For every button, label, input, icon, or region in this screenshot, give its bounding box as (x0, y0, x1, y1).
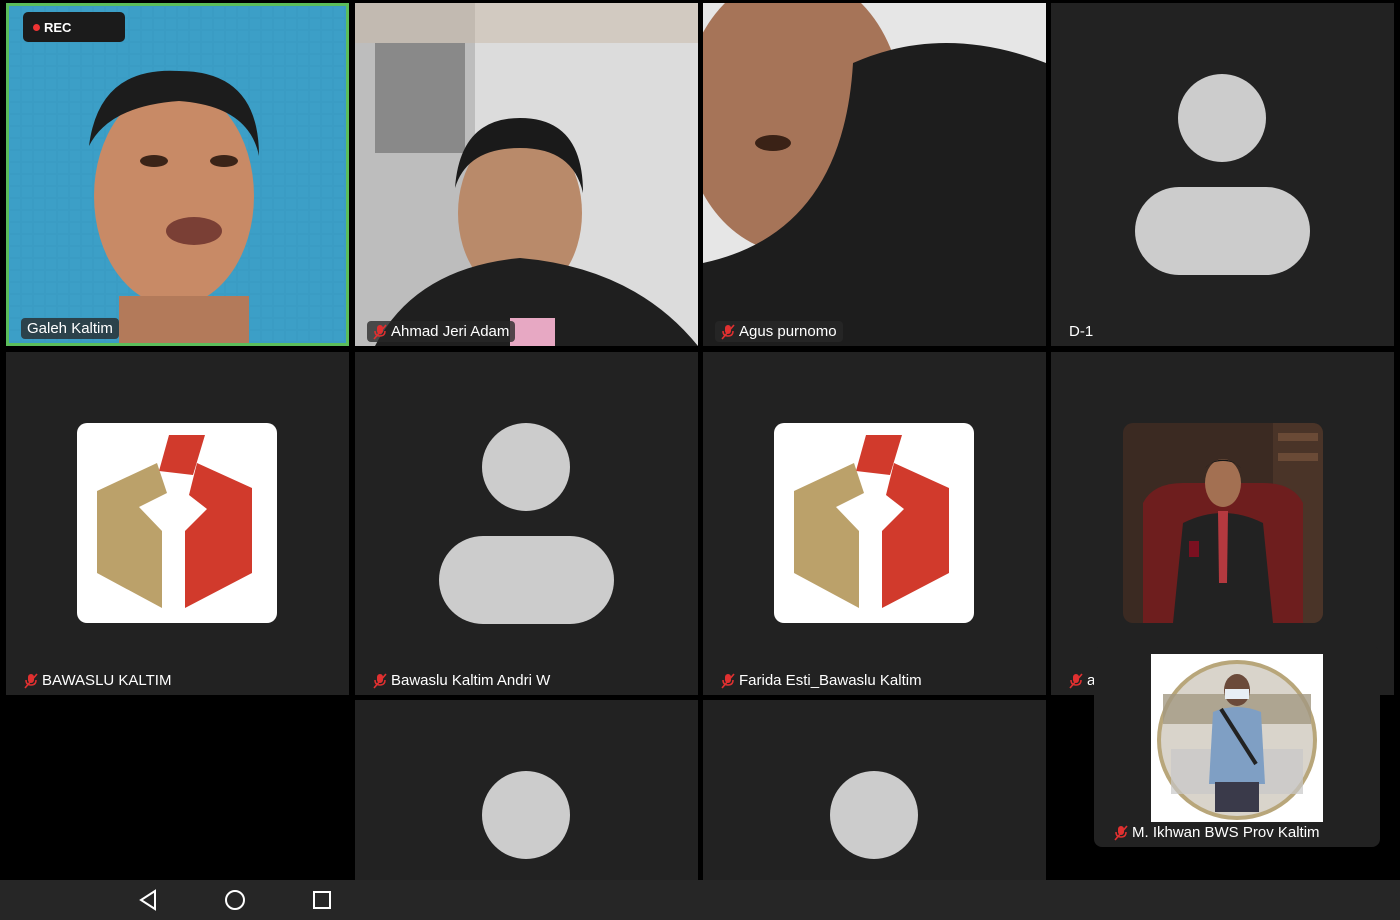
profile-photo (1123, 423, 1323, 623)
system-navigation-bar (0, 880, 1400, 920)
avatar-tile-bawaslu-kaltim-andri-w[interactable]: Bawaslu Kaltim Andri W (355, 352, 698, 695)
avatar-tile-d-1[interactable]: D-1 (1051, 3, 1394, 346)
recording-dot-icon (33, 23, 40, 31)
mic-muted-icon (721, 323, 735, 340)
participant-name: Agus purnomo (739, 323, 837, 340)
recents-square-icon[interactable] (308, 886, 336, 914)
photo-tile-participant-a[interactable]: a (1051, 352, 1394, 695)
participant-video (9, 6, 346, 343)
participant-name-tag: M. Ikhwan BWS Prov Kaltim (1108, 822, 1326, 843)
participant-name: D-1 (1069, 323, 1094, 340)
mic-muted-icon (373, 672, 387, 689)
recording-label: REC (44, 19, 72, 35)
avatar-tile-row3-a[interactable] (355, 700, 698, 880)
participant-name-tag: Galeh Kaltim (21, 318, 119, 339)
logo-tile-bawaslu-kaltim[interactable]: BAWASLU KALTIM (6, 352, 349, 695)
video-tile-ahmad-jeri-adam[interactable]: Ahmad Jeri Adam (355, 3, 698, 346)
participant-name-tag: Bawaslu Kaltim Andri W (367, 670, 556, 691)
meeting-gallery-view: REC Galeh Kaltim Ahmad Jeri Adam Agus pu… (0, 0, 1400, 920)
default-avatar-icon (1135, 74, 1310, 275)
participant-name-tag: Agus purnomo (715, 321, 843, 342)
mic-muted-icon (721, 672, 735, 689)
participant-name: BAWASLU KALTIM (42, 672, 172, 689)
participant-name: Bawaslu Kaltim Andri W (391, 672, 551, 689)
logo-tile-farida-esti[interactable]: Farida Esti_Bawaslu Kaltim (703, 352, 1046, 695)
participant-name: Ahmad Jeri Adam (391, 323, 510, 340)
bawaslu-logo-icon (77, 423, 277, 623)
mic-muted-icon (1069, 672, 1083, 689)
bawaslu-logo-icon (774, 423, 974, 623)
participant-name-tag: D-1 (1063, 321, 1099, 342)
mic-muted-icon (373, 323, 387, 340)
back-triangle-icon[interactable] (134, 886, 162, 914)
participant-name: Farida Esti_Bawaslu Kaltim (739, 672, 922, 689)
mic-muted-icon (1114, 824, 1128, 841)
participant-video (355, 3, 698, 346)
floating-self-view[interactable]: M. Ikhwan BWS Prov Kaltim (1094, 646, 1380, 847)
profile-photo (1151, 654, 1323, 822)
participant-name-tag: BAWASLU KALTIM (18, 670, 177, 691)
participant-name-tag: Farida Esti_Bawaslu Kaltim (715, 670, 928, 691)
avatar-tile-row3-b[interactable] (703, 700, 1046, 880)
video-tile-agus-purnomo[interactable]: Agus purnomo (703, 3, 1046, 346)
home-circle-icon[interactable] (221, 886, 249, 914)
participant-name-tag: Ahmad Jeri Adam (367, 321, 516, 342)
recording-badge: REC (23, 12, 125, 42)
default-avatar-icon (830, 771, 918, 859)
participant-name: Galeh Kaltim (27, 320, 113, 337)
participant-name: M. Ikhwan BWS Prov Kaltim (1132, 824, 1320, 841)
participant-video (703, 3, 1046, 346)
video-tile-galeh-kaltim[interactable]: REC Galeh Kaltim (6, 3, 349, 346)
mic-muted-icon (24, 672, 38, 689)
default-avatar-icon (439, 423, 614, 624)
default-avatar-icon (482, 771, 570, 859)
